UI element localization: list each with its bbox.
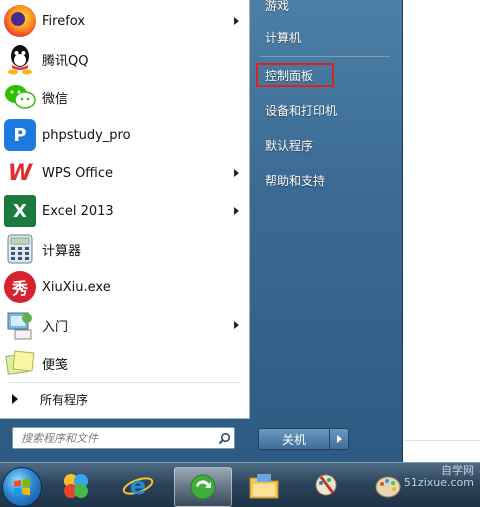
program-label: phpstudy_pro xyxy=(42,127,131,143)
right-item-control-panel[interactable]: 控制面板 xyxy=(256,63,334,87)
shutdown-options-button[interactable] xyxy=(329,428,349,450)
phpstudy-glyph: P xyxy=(13,124,27,146)
right-item-default-programs[interactable]: 默认程序 xyxy=(258,133,389,157)
programs-pane: Firefox 腾讯QQ 微信 P phpstudy_pro W WPS Off… xyxy=(0,0,250,419)
program-item-phpstudy[interactable]: P phpstudy_pro xyxy=(0,116,249,154)
qq-icon xyxy=(4,43,36,75)
right-item-devices-printers[interactable]: 设备和打印机 xyxy=(258,98,389,122)
360-browser-icon xyxy=(64,474,88,498)
submenu-arrow-icon xyxy=(234,321,239,329)
program-label: Excel 2013 xyxy=(42,203,114,219)
right-item-label: 计算机 xyxy=(265,30,302,45)
excel-icon: X xyxy=(4,195,36,227)
program-label: 便笺 xyxy=(42,357,69,373)
watermark: 自学网 51zixue.com xyxy=(404,465,474,489)
internet-explorer-icon: e xyxy=(122,472,154,500)
shutdown-button[interactable]: 关机 xyxy=(258,428,330,450)
program-label: 计算器 xyxy=(42,243,82,259)
program-item-wps[interactable]: W WPS Office xyxy=(0,154,249,192)
right-item-label: 帮助和支持 xyxy=(265,173,326,188)
right-item-label: 设备和打印机 xyxy=(265,103,338,118)
svg-text:e: e xyxy=(130,472,146,500)
submenu-arrow-icon xyxy=(234,17,239,25)
program-item-qq[interactable]: 腾讯QQ xyxy=(0,40,249,78)
taskbar-paint[interactable] xyxy=(298,467,354,505)
folder-icon xyxy=(249,474,279,499)
program-item-calculator[interactable]: 计算器 xyxy=(0,230,249,268)
taskbar-internet-explorer[interactable]: e xyxy=(110,467,166,505)
program-item-xiuxiu[interactable]: 秀 XiuXiu.exe xyxy=(0,268,249,306)
desktop-divider xyxy=(402,440,480,441)
submenu-arrow-icon xyxy=(234,169,239,177)
program-label: XiuXiu.exe xyxy=(42,279,111,295)
start-button[interactable] xyxy=(2,467,42,507)
program-label: WPS Office xyxy=(42,165,114,181)
search-icon[interactable] xyxy=(214,429,234,447)
right-separator xyxy=(260,56,390,57)
search-box[interactable] xyxy=(12,427,235,449)
excel-glyph: X xyxy=(13,200,27,222)
all-programs-label: 所有程序 xyxy=(40,392,89,407)
calculator-icon xyxy=(4,233,36,265)
right-item-label: 控制面板 xyxy=(265,68,314,83)
separator xyxy=(8,382,240,383)
right-item-games[interactable]: 游戏 xyxy=(258,0,389,17)
right-item-computer[interactable]: 计算机 xyxy=(258,25,389,49)
getting-started-icon xyxy=(4,309,36,341)
shutdown-label: 关机 xyxy=(281,432,306,447)
windows-logo-icon xyxy=(14,478,30,496)
program-item-sticky-notes[interactable]: 便笺 xyxy=(0,344,249,382)
program-label: Firefox xyxy=(42,13,86,29)
program-label: 入门 xyxy=(42,319,69,335)
program-item-getting-started[interactable]: 入门 xyxy=(0,306,249,344)
program-item-wechat[interactable]: 微信 xyxy=(0,78,249,116)
taskbar-file-explorer[interactable] xyxy=(236,467,292,505)
chevron-right-icon xyxy=(336,435,342,443)
wps-icon: W xyxy=(4,157,36,189)
xiuxiu-glyph: 秀 xyxy=(11,279,28,298)
refresh-globe-icon xyxy=(190,474,216,500)
brush-icon xyxy=(315,474,337,496)
phpstudy-icon: P xyxy=(4,119,36,151)
all-programs-button[interactable]: 所有程序 xyxy=(0,387,249,411)
xiuxiu-icon: 秀 xyxy=(4,271,36,303)
sticky-notes-icon xyxy=(4,347,36,379)
right-item-label: 默认程序 xyxy=(265,138,314,153)
wechat-icon xyxy=(4,81,36,113)
program-item-excel[interactable]: X Excel 2013 xyxy=(0,192,249,230)
program-label: 腾讯QQ xyxy=(42,53,89,69)
taskbar: e 自学网 51zixue.com xyxy=(0,462,480,507)
right-item-help-support[interactable]: 帮助和支持 xyxy=(258,168,389,192)
taskbar-active-app[interactable] xyxy=(174,467,232,507)
desktop xyxy=(402,0,480,462)
program-item-firefox[interactable]: Firefox xyxy=(0,2,249,40)
program-label: 微信 xyxy=(42,91,69,107)
watermark-line2: 51zixue.com xyxy=(403,476,474,489)
start-menu: Firefox 腾讯QQ 微信 P phpstudy_pro W WPS Off… xyxy=(0,0,402,462)
all-programs-arrow-icon xyxy=(12,394,18,404)
taskbar-360-browser[interactable] xyxy=(48,467,104,505)
submenu-arrow-icon xyxy=(234,207,239,215)
search-input[interactable] xyxy=(19,429,214,447)
firefox-icon xyxy=(4,5,36,37)
palette-icon xyxy=(375,476,401,498)
wps-glyph: W xyxy=(7,160,33,186)
right-item-label: 游戏 xyxy=(265,0,290,13)
